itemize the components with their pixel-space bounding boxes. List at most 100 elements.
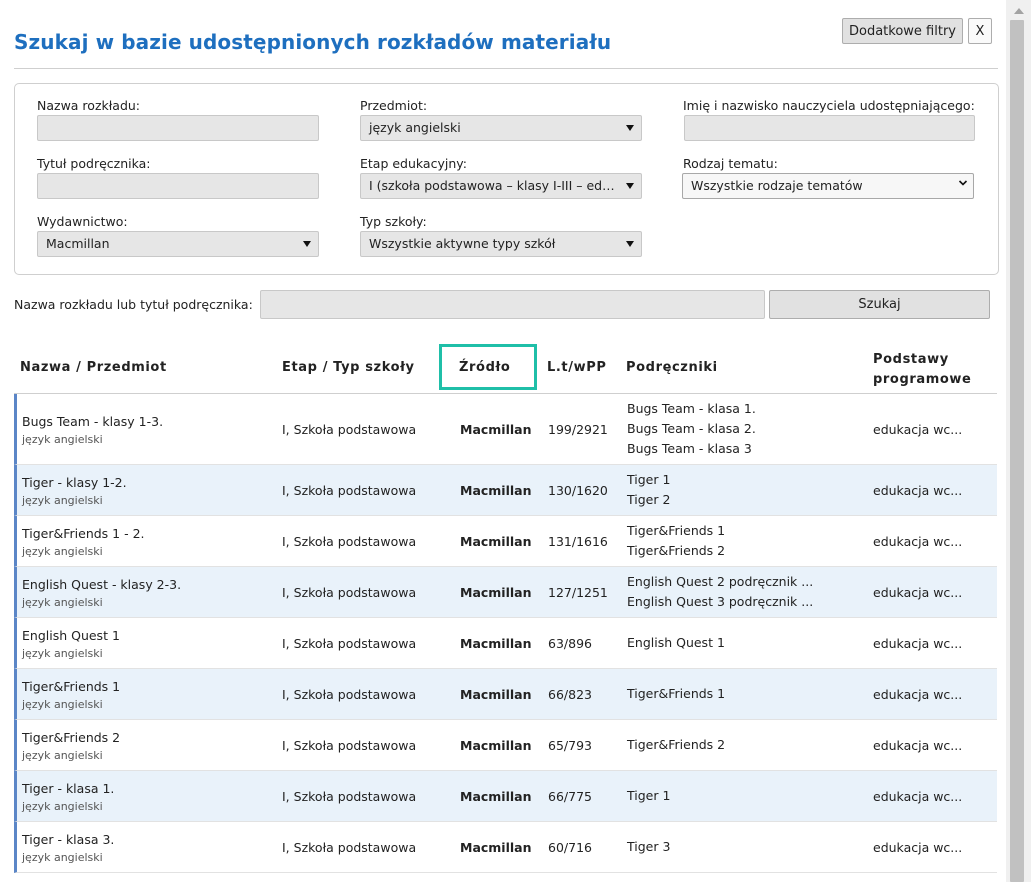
subject-select[interactable]: język angielski: [360, 115, 642, 141]
row-basis: edukacja wc...: [873, 585, 963, 600]
row-source: Macmillan: [460, 687, 532, 702]
row-source: Macmillan: [460, 534, 532, 549]
header-count[interactable]: L.t/wPP: [547, 360, 606, 375]
dialog-title: Szukaj w bazie udostępnionych rozkładów …: [14, 30, 612, 54]
row-stage: I, Szkoła podstawowa: [282, 585, 417, 600]
row-subject: język angielski: [22, 851, 103, 864]
row-stage: I, Szkoła podstawowa: [282, 483, 417, 498]
row-subject: język angielski: [22, 596, 103, 609]
row-name: Tiger - klasa 3.: [22, 832, 115, 847]
row-subject: język angielski: [22, 494, 103, 507]
dropdown-arrow-icon: [626, 125, 634, 131]
table-row[interactable]: Bugs Team - klasy 1-3. język angielski I, …: [14, 394, 997, 465]
close-button[interactable]: X: [968, 18, 992, 44]
scrollbar-thumb[interactable]: [1010, 20, 1024, 882]
teacher-label: Imię i nazwisko nauczyciela udostępniają…: [683, 98, 975, 113]
row-basis: edukacja wc...: [873, 636, 963, 651]
row-name: Tiger&Friends 2: [22, 730, 121, 745]
filter-panel: Nazwa rozkładu: Tytuł podręcznika: Wydaw…: [14, 83, 999, 275]
header-books[interactable]: Podręczniki: [626, 360, 718, 375]
row-count: 131/1616: [548, 534, 608, 549]
row-count: 63/896: [548, 636, 592, 651]
textbook-input[interactable]: [37, 173, 319, 199]
search-dialog: Szukaj w bazie udostępnionych rozkładów …: [0, 0, 1031, 882]
title-divider: [14, 68, 998, 69]
table-row[interactable]: Tiger&Friends 1 język angielski I, Szkoła …: [14, 669, 997, 720]
dropdown-arrow-icon: [626, 241, 634, 247]
row-count: 127/1251: [548, 585, 608, 600]
row-count: 130/1620: [548, 483, 608, 498]
row-basis: edukacja wc...: [873, 422, 963, 437]
header-basis[interactable]: Podstawy programowe: [873, 350, 971, 390]
row-basis: edukacja wc...: [873, 687, 963, 702]
publisher-select[interactable]: Macmillan: [37, 231, 319, 257]
row-name: English Quest 1: [22, 628, 120, 643]
dropdown-arrow-icon: [303, 241, 311, 247]
row-basis: edukacja wc...: [873, 534, 963, 549]
table-row[interactable]: Tiger&Friends 2 język angielski I, Szkoła …: [14, 720, 997, 771]
topic-type-value: Wszystkie rodzaje tematów: [691, 178, 863, 193]
row-stage: I, Szkoła podstawowa: [282, 636, 417, 651]
row-textbooks: Tiger&Friends 1 Tiger&Friends 2: [627, 521, 725, 561]
row-name: English Quest - klasy 2-3.: [22, 577, 182, 592]
row-textbooks: Tiger 3: [627, 837, 670, 857]
row-count: 66/823: [548, 687, 592, 702]
row-name: Bugs Team - klasy 1-3.: [22, 414, 164, 429]
name-input[interactable]: [37, 115, 319, 141]
textbook-item: English Quest 3 podręcznik ...: [627, 594, 814, 609]
row-subject: język angielski: [22, 800, 103, 813]
scrollbar[interactable]: [1006, 0, 1031, 882]
row-textbooks: English Quest 2 podręcznik ... English Qu…: [627, 572, 813, 612]
row-source: Macmillan: [460, 483, 532, 498]
search-input[interactable]: [260, 290, 765, 319]
row-name: Tiger - klasy 1-2.: [22, 475, 127, 490]
header-name[interactable]: Nazwa / Przedmiot: [20, 360, 167, 375]
row-stage: I, Szkoła podstawowa: [282, 422, 417, 437]
textbook-item: Tiger 1: [627, 472, 671, 487]
table-row[interactable]: Tiger - klasa 1. język angielski I, Szkoła…: [14, 771, 997, 822]
row-count: 66/775: [548, 789, 592, 804]
row-subject: język angielski: [22, 749, 103, 762]
table-row[interactable]: English Quest 1 język angielski I, Szkoła …: [14, 618, 997, 669]
textbook-item: Bugs Team - klasa 2.: [627, 421, 756, 436]
header-basis-line2: programowe: [873, 372, 972, 387]
row-basis: edukacja wc...: [873, 840, 963, 855]
table-row[interactable]: Tiger - klasa 3. język angielski I, Szkoła…: [14, 822, 997, 873]
row-basis: edukacja wc...: [873, 789, 963, 804]
scroll-up-arrow-icon[interactable]: [1014, 8, 1024, 14]
row-stage: I, Szkoła podstawowa: [282, 687, 417, 702]
name-label: Nazwa rozkładu:: [37, 98, 141, 113]
row-textbooks: Tiger 1: [627, 786, 670, 806]
table-row[interactable]: Tiger - klasy 1-2. język angielski I, Szko…: [14, 465, 997, 516]
row-stage: I, Szkoła podstawowa: [282, 534, 417, 549]
row-source: Macmillan: [460, 840, 532, 855]
search-button[interactable]: Szukaj: [769, 290, 990, 319]
row-subject: język angielski: [22, 433, 103, 446]
row-subject: język angielski: [22, 698, 103, 711]
additional-filters-button[interactable]: Dodatkowe filtry: [842, 18, 963, 44]
chevron-down-icon: [958, 180, 968, 186]
school-type-label: Typ szkoły:: [360, 214, 427, 229]
publisher-value: Macmillan: [46, 236, 110, 251]
row-source: Macmillan: [460, 738, 532, 753]
row-source: Macmillan: [460, 789, 532, 804]
table-row[interactable]: English Quest - klasy 2-3. język angielsk…: [14, 567, 997, 618]
textbook-item: Tiger&Friends 1: [627, 523, 726, 538]
row-basis: edukacja wc...: [873, 483, 963, 498]
subject-value: język angielski: [369, 120, 461, 135]
table-row[interactable]: Tiger&Friends 1 - 2. język angielski I, Sz…: [14, 516, 997, 567]
row-textbooks: Bugs Team - klasa 1. Bugs Team - klasa 2.…: [627, 399, 756, 459]
row-basis: edukacja wc...: [873, 738, 963, 753]
textbook-item: Tiger&Friends 1: [627, 686, 726, 701]
row-source: Macmillan: [460, 585, 532, 600]
topic-type-select[interactable]: Wszystkie rodzaje tematów: [682, 173, 974, 199]
stage-value: I (szkoła podstawowa – klasy I-III – edu…: [369, 178, 642, 193]
header-stage[interactable]: Etap / Typ szkoły: [282, 360, 415, 375]
dropdown-arrow-icon: [626, 183, 634, 189]
stage-select[interactable]: I (szkoła podstawowa – klasy I-III – edu…: [360, 173, 642, 199]
school-type-value: Wszystkie aktywne typy szkół: [369, 236, 556, 251]
school-type-select[interactable]: Wszystkie aktywne typy szkół: [360, 231, 642, 257]
search-label: Nazwa rozkładu lub tytuł podręcznika:: [14, 297, 253, 312]
teacher-input[interactable]: [684, 115, 975, 141]
row-name: Tiger - klasa 1.: [22, 781, 115, 796]
